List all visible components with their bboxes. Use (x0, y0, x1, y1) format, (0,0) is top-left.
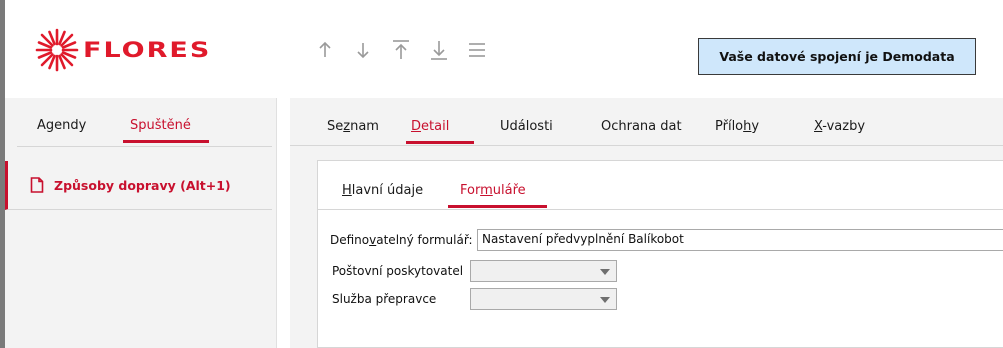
carrier-service-label: Služba přepravce (332, 292, 437, 306)
subtab-active-indicator (448, 205, 547, 208)
arrow-down-icon (357, 43, 369, 59)
detail-subtabs: Hlavní údaje Formuláře (318, 161, 1003, 210)
sidebar-tabs: Agendy Spuštěné (17, 98, 272, 147)
tab-prilohy[interactable]: Přílohy (715, 119, 759, 134)
move-to-top-button[interactable] (387, 36, 415, 64)
sidebar-active-tab-indicator (123, 140, 209, 143)
sidebar-item-zpusoby-dopravy[interactable]: Způsoby dopravy (Alt+1) (5, 161, 272, 210)
main-area: Seznam Detail Události Ochrana dat Přílo… (290, 98, 1003, 348)
record-navigation-toolbar (311, 36, 491, 64)
tab-udalosti[interactable]: Události (500, 119, 553, 134)
connection-info-box: Vaše datové spojení je Demodata (698, 38, 976, 75)
sidebar-item-label: Způsoby dopravy (Alt+1) (54, 177, 231, 193)
chevron-down-icon (600, 297, 610, 303)
move-down-button[interactable] (349, 36, 377, 64)
main-active-tab-indicator (406, 141, 474, 144)
menu-button[interactable] (463, 36, 491, 64)
move-to-bottom-button[interactable] (425, 36, 453, 64)
tab-detail[interactable]: Detail (411, 119, 449, 134)
subtab-formulare[interactable]: Formuláře (460, 183, 526, 198)
main-tabs: Seznam Detail Události Ochrana dat Přílo… (290, 98, 1003, 146)
arrow-to-top-icon (393, 40, 409, 59)
tab-x-vazby[interactable]: X-vazby (814, 119, 865, 134)
flores-logo-text: FLORES (83, 37, 212, 63)
subtab-hlavni-udaje[interactable]: Hlavní údaje (342, 183, 423, 198)
chevron-down-icon (600, 269, 610, 275)
definable-form-label: Definovatelný formulář: (330, 233, 473, 247)
sidebar-tab-spustene[interactable]: Spuštěné (130, 118, 191, 133)
detail-panel: Hlavní údaje Formuláře Definovatelný for… (317, 160, 1003, 348)
sidebar: Agendy Spuštěné Způsoby dopravy (Alt+1) (5, 98, 277, 348)
tab-ochrana-dat[interactable]: Ochrana dat (601, 119, 682, 134)
move-up-button[interactable] (311, 36, 339, 64)
postal-provider-label: Poštovní poskytovatel (332, 264, 464, 278)
postal-provider-select[interactable] (470, 260, 617, 282)
arrow-to-bottom-icon (431, 41, 447, 60)
sidebar-tab-agendy[interactable]: Agendy (37, 118, 86, 133)
document-icon (30, 177, 44, 193)
flores-logo: FLORES (35, 28, 211, 72)
app-header: FLORES Vaše datové spojení je Demodata (5, 0, 1003, 98)
flores-logo-mark-icon (35, 28, 79, 72)
tab-seznam[interactable]: Seznam (327, 119, 379, 134)
carrier-service-select[interactable] (470, 288, 617, 310)
arrow-up-icon (319, 41, 331, 57)
definable-form-field[interactable]: Nastavení předvyplnění Balíkobot (477, 229, 1003, 251)
menu-icon (469, 43, 485, 57)
